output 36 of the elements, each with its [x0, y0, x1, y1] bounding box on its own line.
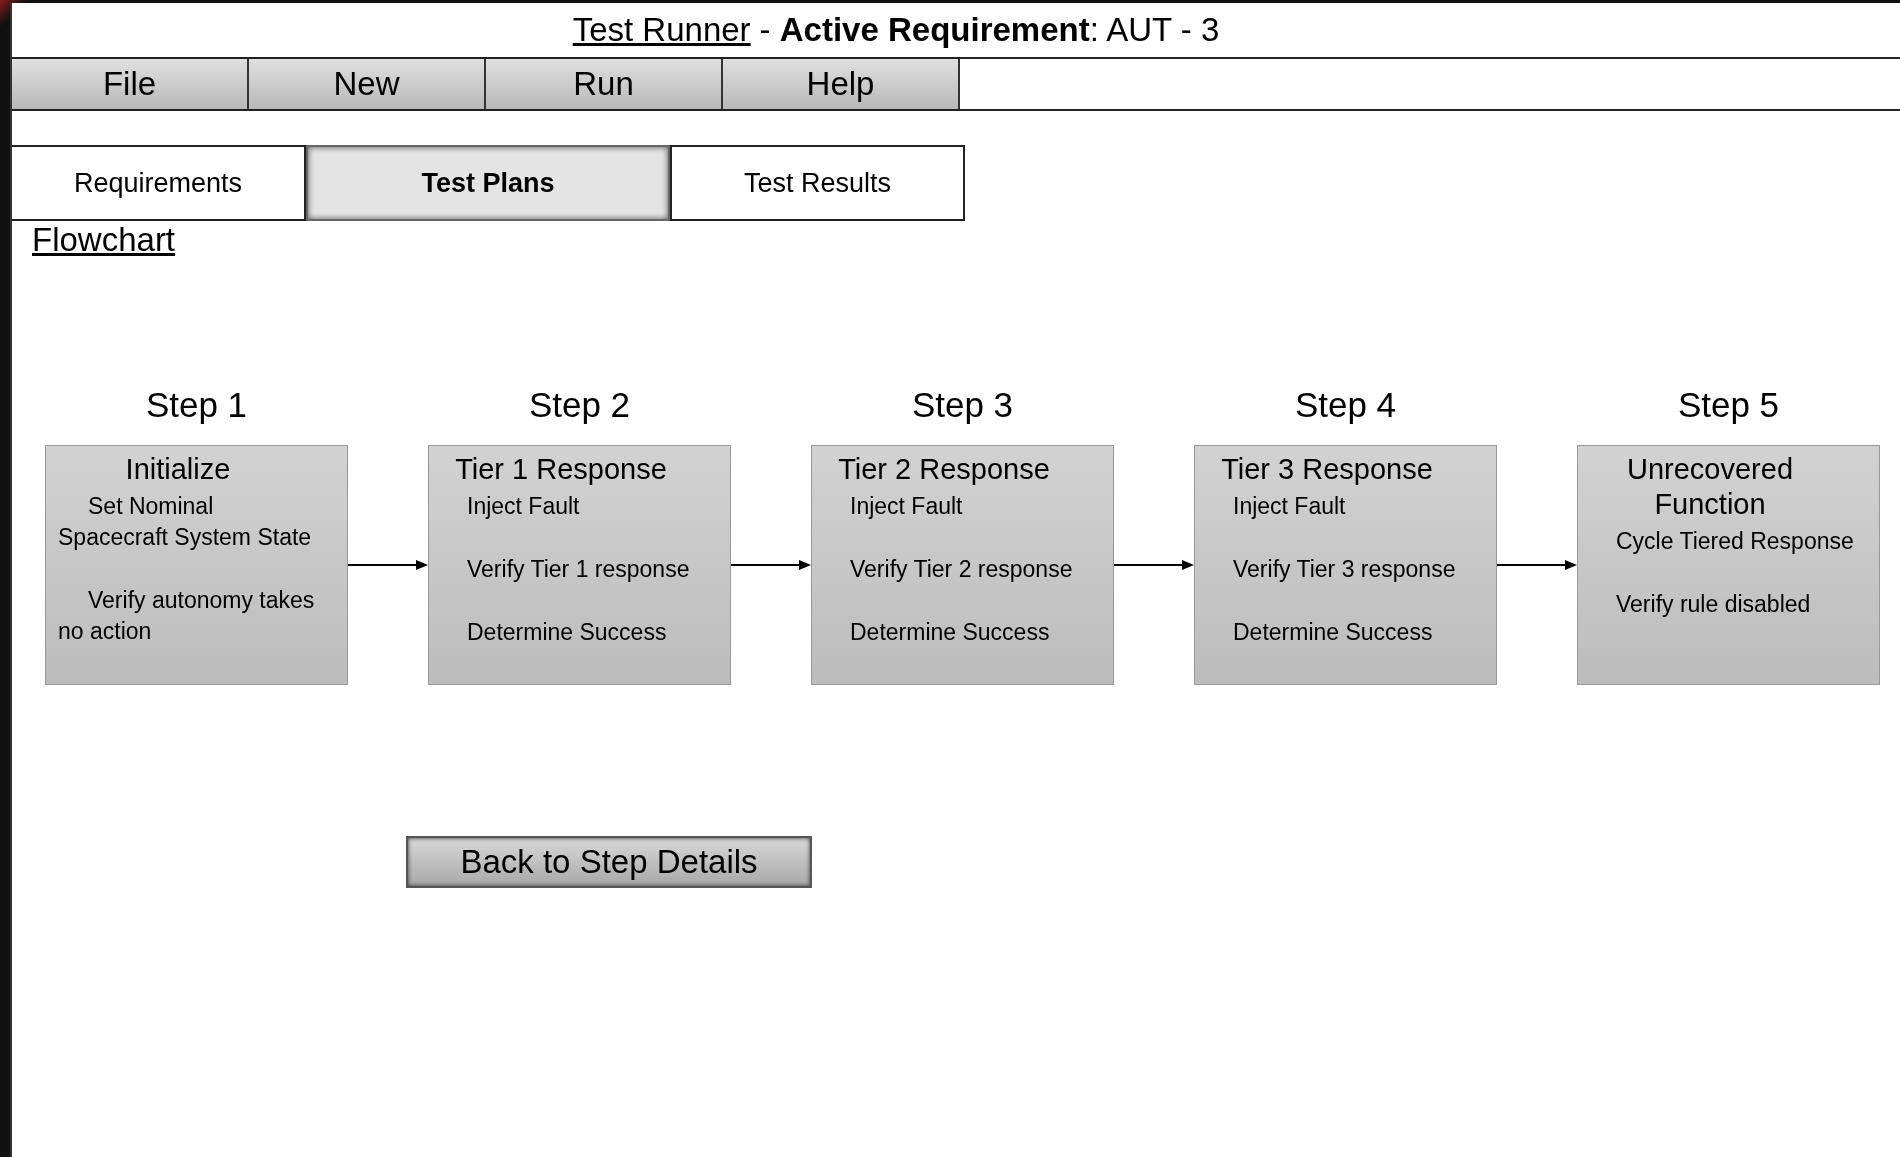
step-label: Step 2 — [527, 385, 632, 425]
step-text: Spacecraft System State — [58, 522, 313, 552]
step-text: no action — [58, 616, 153, 646]
back-button[interactable]: Back to Step Details — [406, 836, 812, 888]
step-text: Verify Tier 3 response — [1233, 554, 1457, 584]
step-text: Determine Success — [850, 617, 1051, 647]
step-title: Tier 3 Response — [1220, 452, 1434, 487]
app-name: Test Runner — [572, 11, 751, 49]
step-title: Tier 2 Response — [837, 452, 1051, 487]
step-text: Verify Tier 1 response — [467, 554, 691, 584]
tab[interactable]: Test Plans — [306, 145, 670, 221]
step-text: Verify Tier 2 response — [850, 554, 1074, 584]
step-label: Step 5 — [1676, 385, 1781, 425]
step-text: Verify rule disabled — [1616, 589, 1812, 619]
step-text: Determine Success — [467, 617, 668, 647]
menu-item[interactable]: New — [249, 59, 486, 109]
step-text: Cycle Tiered Response — [1616, 526, 1855, 556]
menu-item[interactable]: File — [12, 59, 249, 109]
step-text: Inject Fault — [467, 491, 581, 521]
tab[interactable]: Requirements — [12, 145, 306, 221]
step-text: Determine Success — [1233, 617, 1434, 647]
step-text: Inject Fault — [1233, 491, 1347, 521]
step-label: Step 1 — [144, 385, 249, 425]
step-text: Inject Fault — [850, 491, 964, 521]
tab[interactable]: Test Results — [670, 145, 965, 221]
step-label: Step 4 — [1293, 385, 1398, 425]
step-title: Tier 1 Response — [454, 452, 668, 487]
menu-item[interactable]: Run — [486, 59, 723, 109]
step-label: Step 3 — [910, 385, 1015, 425]
step-text: Verify autonomy takes — [87, 585, 316, 615]
step-title: Unrecovered Function — [1626, 452, 1794, 522]
window-title: - Active Requirement: AUT - 3 — [759, 11, 1220, 49]
step-title: Initialize — [124, 452, 232, 487]
step-text: Set Nominal — [87, 491, 215, 521]
flowchart-link[interactable]: Flowchart — [32, 221, 176, 258]
menu-item[interactable]: Help — [723, 59, 960, 109]
